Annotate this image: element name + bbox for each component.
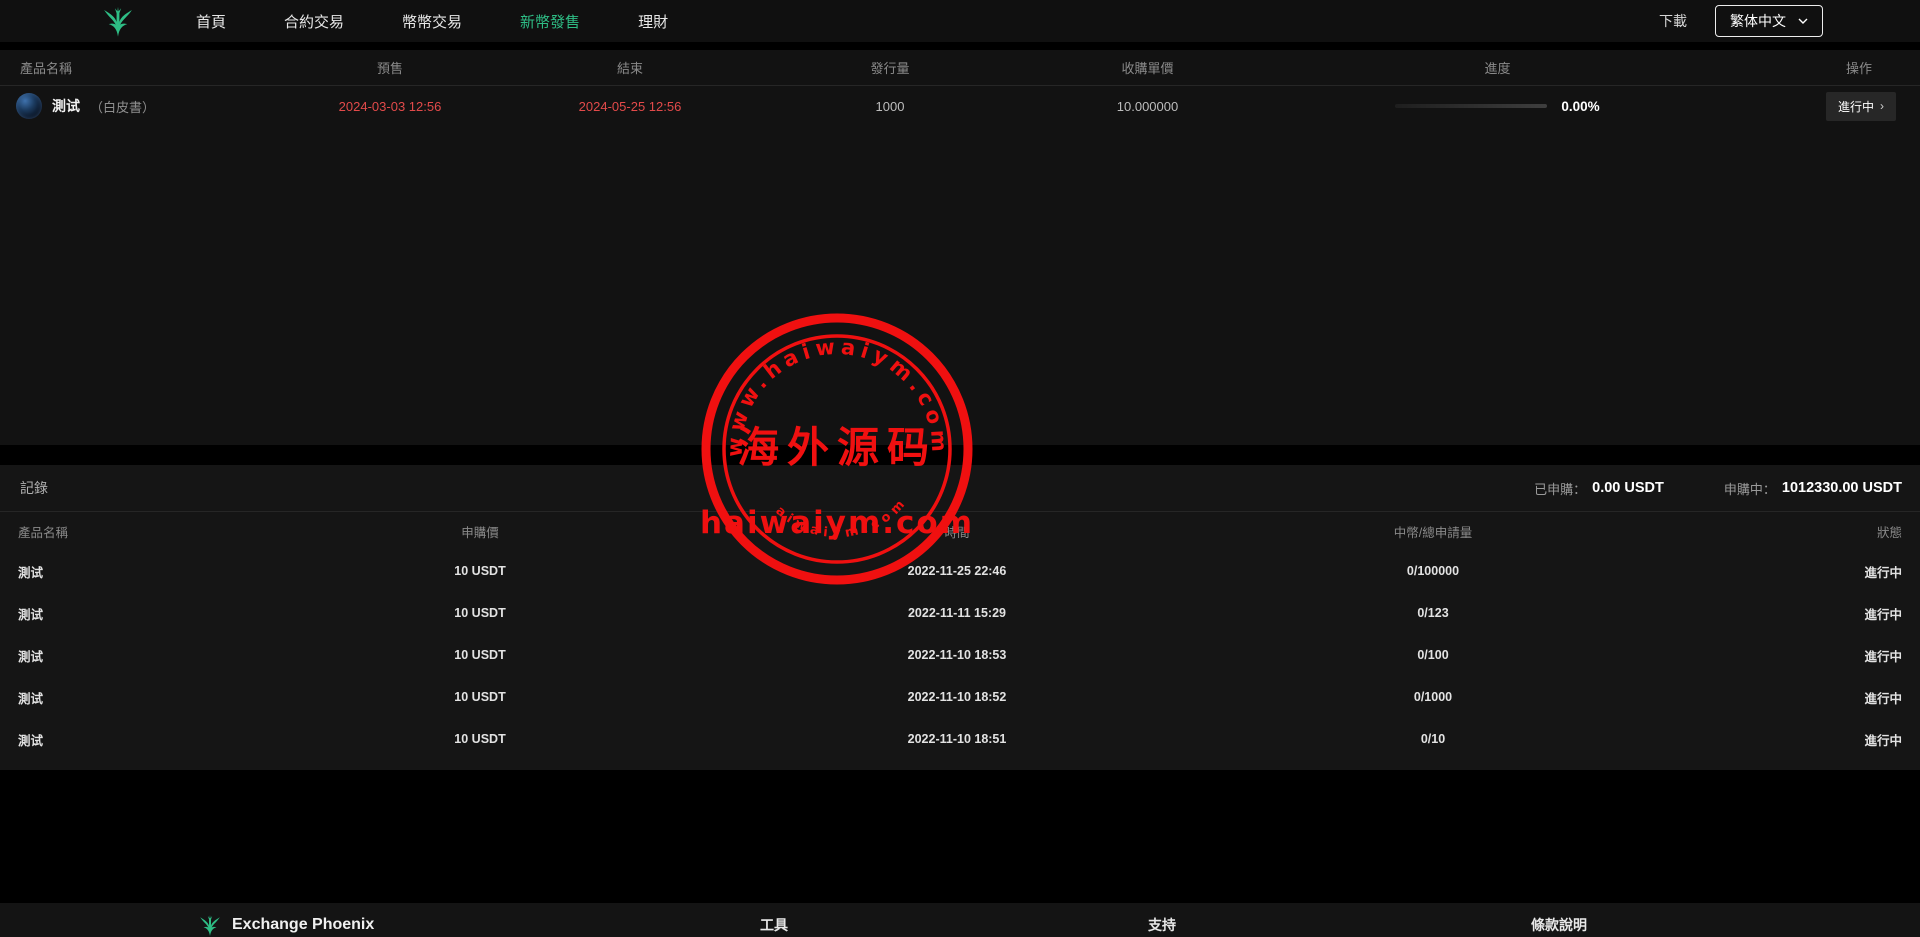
- record-ratio: 0/100: [1084, 648, 1782, 662]
- nav-item-finance[interactable]: 理財: [638, 11, 668, 32]
- navbar-right: 下載 繁体中文: [1659, 5, 1823, 37]
- presale-row: 測试 （白皮書） 2024-03-03 12:56 2024-05-25 12:…: [0, 86, 1920, 126]
- chevron-down-icon: [1798, 16, 1808, 26]
- record-time: 2022-11-11 15:29: [830, 606, 1084, 620]
- chevron-right-icon: ›: [1880, 99, 1884, 113]
- nav-item-new-coin[interactable]: 新幣發售: [520, 11, 580, 32]
- col-end: 結束: [500, 58, 760, 77]
- col-product-name: 產品名稱: [0, 58, 280, 77]
- phoenix-logo-icon: [101, 4, 135, 38]
- records-table-header: 產品名稱 申購價 時間 中幣/總申請量 狀態: [0, 512, 1920, 550]
- footer-brand: Exchange Phoenix: [198, 913, 374, 937]
- record-row: 測试 10 USDT 2022-11-11 15:29 0/123 進行中: [0, 592, 1920, 634]
- records-section: 記錄 已申購： 0.00 USDT 申購中： 1012330.00 USDT 產…: [0, 465, 1920, 770]
- records-title: 記錄: [20, 478, 48, 498]
- end-time: 2024-05-25 12:56: [500, 99, 760, 114]
- progress-bar: [1395, 104, 1547, 108]
- record-time: 2022-11-10 18:51: [830, 732, 1084, 746]
- nav-item-contracts[interactable]: 合約交易: [284, 11, 344, 32]
- col-record-status: 狀態: [1782, 522, 1920, 541]
- record-name: 測试: [0, 562, 130, 581]
- subscribed-value: 0.00 USDT: [1592, 480, 1664, 496]
- record-time: 2022-11-10 18:53: [830, 648, 1084, 662]
- record-name: 測试: [0, 730, 130, 749]
- record-ratio: 0/10: [1084, 732, 1782, 746]
- col-record-name: 產品名稱: [0, 522, 130, 541]
- col-record-time: 時間: [830, 522, 1084, 541]
- action-cell: 進行中 ›: [1720, 92, 1920, 121]
- footer-col-support: 支持: [1148, 915, 1176, 935]
- phoenix-logo[interactable]: [100, 3, 136, 39]
- record-row: 測试 10 USDT 2022-11-10 18:51 0/10 進行中: [0, 718, 1920, 760]
- record-ratio: 0/1000: [1084, 690, 1782, 704]
- record-time: 2022-11-25 22:46: [830, 564, 1084, 578]
- download-link[interactable]: 下載: [1659, 11, 1687, 31]
- subscribing-label: 申購中：: [1724, 479, 1776, 498]
- whitepaper-label: （白皮書）: [90, 97, 155, 116]
- issue-amount: 1000: [760, 99, 1020, 114]
- record-price: 10 USDT: [130, 648, 830, 662]
- presale-table-header: 產品名稱 預售 結束 發行量 收購單價 進度 操作: [0, 50, 1920, 86]
- col-record-price: 申購價: [130, 522, 830, 541]
- main-menu: 首頁 合約交易 幣幣交易 新幣發售 理財: [196, 11, 668, 32]
- record-ratio: 0/123: [1084, 606, 1782, 620]
- language-label: 繁体中文: [1730, 11, 1786, 31]
- record-name: 測试: [0, 646, 130, 665]
- record-time: 2022-11-10 18:52: [830, 690, 1084, 704]
- top-navbar: 首頁 合約交易 幣幣交易 新幣發售 理財 下載 繁体中文: [0, 0, 1920, 42]
- footer-col-terms: 條款說明: [1531, 915, 1587, 935]
- record-status: 進行中: [1782, 604, 1920, 623]
- record-name: 測试: [0, 688, 130, 707]
- brand-name: Exchange Phoenix: [232, 916, 374, 934]
- subscribing-value: 1012330.00 USDT: [1782, 480, 1902, 496]
- record-status: 進行中: [1782, 730, 1920, 749]
- record-status: 進行中: [1782, 688, 1920, 707]
- product-cell: 測试 （白皮書）: [0, 93, 280, 119]
- col-issue-amount: 發行量: [760, 58, 1020, 77]
- record-price: 10 USDT: [130, 606, 830, 620]
- record-row: 測试 10 USDT 2022-11-10 18:52 0/1000 進行中: [0, 676, 1920, 718]
- subscribed-label: 已申購：: [1534, 479, 1586, 498]
- record-price: 10 USDT: [130, 732, 830, 746]
- in-progress-button[interactable]: 進行中 ›: [1826, 92, 1896, 121]
- footer: Exchange Phoenix 工具 支持 條款說明: [0, 903, 1920, 937]
- record-status: 進行中: [1782, 646, 1920, 665]
- nav-item-spot[interactable]: 幣幣交易: [402, 11, 462, 32]
- col-record-ratio: 中幣/總申請量: [1084, 522, 1782, 541]
- subscribed-stat: 已申購： 0.00 USDT: [1534, 479, 1664, 498]
- progress-percent: 0.00%: [1561, 99, 1599, 114]
- col-unit-price: 收購單價: [1020, 58, 1275, 77]
- col-action: 操作: [1720, 58, 1920, 77]
- record-price: 10 USDT: [130, 690, 830, 704]
- record-name: 測试: [0, 604, 130, 623]
- record-status: 進行中: [1782, 562, 1920, 581]
- in-progress-label: 進行中: [1838, 98, 1874, 115]
- records-stats: 已申購： 0.00 USDT 申購中： 1012330.00 USDT: [1534, 479, 1902, 498]
- progress-cell: 0.00%: [1275, 99, 1720, 114]
- footer-col-tools: 工具: [760, 915, 788, 935]
- unit-price: 10.000000: [1020, 99, 1275, 114]
- coin-icon: [16, 93, 42, 119]
- col-progress: 進度: [1275, 58, 1720, 77]
- presale-time: 2024-03-03 12:56: [280, 99, 500, 114]
- records-header-bar: 記錄 已申購： 0.00 USDT 申購中： 1012330.00 USDT: [0, 465, 1920, 512]
- language-selector[interactable]: 繁体中文: [1715, 5, 1823, 37]
- col-presale: 預售: [280, 58, 500, 77]
- presale-section: 產品名稱 預售 結束 發行量 收購單價 進度 操作 測试 （白皮書） 2024-…: [0, 50, 1920, 445]
- record-price: 10 USDT: [130, 564, 830, 578]
- nav-item-home[interactable]: 首頁: [196, 11, 226, 32]
- subscribing-stat: 申購中： 1012330.00 USDT: [1724, 479, 1902, 498]
- record-ratio: 0/100000: [1084, 564, 1782, 578]
- record-row: 測试 10 USDT 2022-11-25 22:46 0/100000 進行中: [0, 550, 1920, 592]
- phoenix-logo-icon: [198, 913, 222, 937]
- record-row: 測试 10 USDT 2022-11-10 18:53 0/100 進行中: [0, 634, 1920, 676]
- product-name: 測试: [52, 96, 80, 116]
